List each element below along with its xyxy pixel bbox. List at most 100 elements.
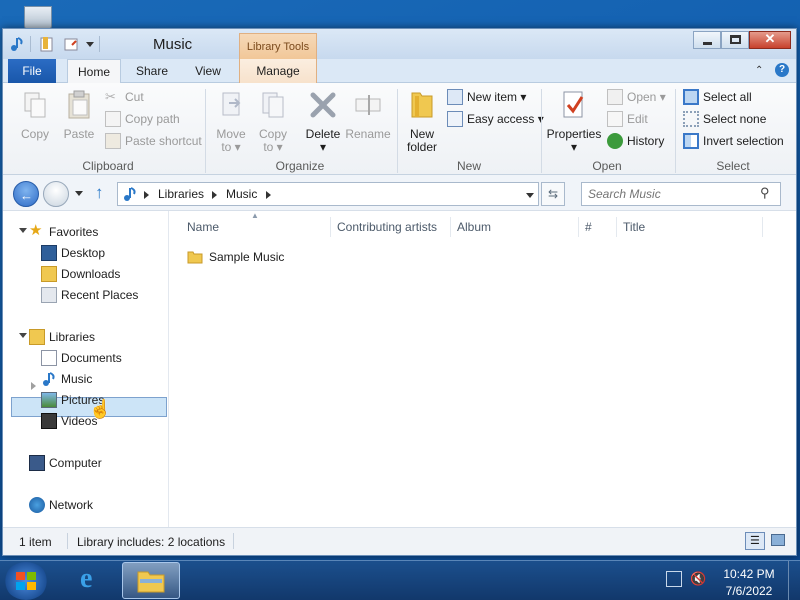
- new-item-icon: [447, 89, 463, 105]
- back-arrow-icon: ←: [20, 188, 33, 203]
- nav-music[interactable]: Music: [41, 369, 92, 389]
- ribbon: Copy Paste ✂ Cut Copy path Paste shortcut…: [3, 83, 796, 175]
- hand-cursor-icon: ☝: [89, 399, 112, 419]
- up-button[interactable]: ↑: [95, 183, 104, 203]
- nav-computer[interactable]: Computer: [29, 453, 102, 473]
- pictures-icon: [41, 392, 57, 408]
- open-button[interactable]: Open ▾: [607, 89, 666, 105]
- explorer-window: Music Library Tools ✕ File Home Share Vi…: [2, 28, 797, 556]
- tab-home[interactable]: Home: [67, 59, 121, 84]
- expand-documents-icon[interactable]: [31, 382, 36, 390]
- tab-view[interactable]: View: [183, 59, 233, 83]
- expand-libraries-icon[interactable]: [19, 333, 27, 338]
- minimize-button[interactable]: [693, 31, 721, 49]
- copy-to-button[interactable]: Copy to ▾: [253, 89, 293, 154]
- edit-icon: [607, 111, 623, 127]
- recent-places-icon: [41, 287, 57, 303]
- breadcrumb-music[interactable]: Music: [226, 187, 257, 201]
- properties-button[interactable]: Properties ▾: [545, 89, 603, 154]
- recycle-bin-icon[interactable]: [18, 0, 60, 30]
- breadcrumb-separator-icon[interactable]: [144, 191, 149, 199]
- videos-icon: [41, 413, 57, 429]
- rename-button[interactable]: Rename: [345, 89, 391, 141]
- taskbar-file-explorer[interactable]: [122, 562, 180, 599]
- group-label-open: Open: [592, 159, 622, 173]
- action-center-icon[interactable]: [666, 571, 682, 587]
- computer-icon: [29, 455, 45, 471]
- select-none-button[interactable]: Select none: [683, 111, 766, 127]
- file-list: ▲ Name Contributing artists Album # Titl…: [169, 211, 796, 527]
- nav-downloads[interactable]: Downloads: [41, 264, 120, 284]
- list-item[interactable]: Sample Music: [187, 247, 284, 267]
- search-box[interactable]: ⚲: [581, 182, 781, 206]
- column-header-album[interactable]: Album: [451, 217, 579, 237]
- expand-favorites-icon[interactable]: [19, 228, 27, 233]
- cut-button[interactable]: ✂ Cut: [105, 89, 144, 105]
- delete-button[interactable]: Delete ▾: [301, 89, 345, 154]
- nav-recent-places[interactable]: Recent Places: [41, 285, 138, 305]
- address-bar[interactable]: Libraries Music: [117, 182, 539, 206]
- network-icon: [29, 497, 45, 513]
- scissors-icon: ✂: [105, 89, 116, 104]
- group-label-new: New: [456, 159, 481, 173]
- breadcrumb-separator-icon[interactable]: [212, 191, 217, 199]
- show-desktop-button[interactable]: [788, 561, 800, 600]
- close-icon: ✕: [764, 31, 776, 46]
- large-icons-view-button[interactable]: [769, 532, 787, 550]
- minimize-ribbon-icon[interactable]: ⌃: [755, 65, 763, 76]
- paste-shortcut-button[interactable]: Paste shortcut: [105, 133, 202, 149]
- clock-time[interactable]: 10:42 PM: [718, 567, 780, 581]
- invert-selection-button[interactable]: Invert selection: [683, 133, 784, 149]
- details-view-button[interactable]: ☰: [745, 532, 765, 550]
- copy-path-button[interactable]: Copy path: [105, 111, 180, 127]
- search-input[interactable]: [582, 183, 752, 205]
- paste-button[interactable]: Paste: [57, 89, 101, 141]
- nav-documents[interactable]: Documents: [41, 348, 122, 368]
- music-note-icon: [11, 37, 23, 51]
- help-icon[interactable]: ?: [775, 63, 789, 77]
- nav-desktop[interactable]: Desktop: [41, 243, 105, 263]
- music-library-icon: [124, 187, 136, 201]
- window-title: Music: [153, 36, 193, 53]
- start-button[interactable]: [4, 562, 48, 600]
- address-dropdown-icon[interactable]: [526, 193, 534, 198]
- taskbar-internet-explorer[interactable]: e: [70, 563, 116, 599]
- history-button[interactable]: History: [607, 133, 664, 149]
- column-header-number[interactable]: #: [579, 217, 617, 237]
- search-icon[interactable]: ⚲: [760, 185, 770, 201]
- new-item-button[interactable]: New item ▾: [447, 89, 526, 105]
- volume-muted-icon[interactable]: 🔇: [690, 571, 706, 587]
- tab-file[interactable]: File: [8, 59, 56, 83]
- new-folder-qat-icon[interactable]: [63, 36, 79, 52]
- back-button[interactable]: ←: [13, 181, 39, 207]
- column-header-artists[interactable]: Contributing artists: [331, 217, 451, 237]
- column-header-title[interactable]: Title: [617, 217, 763, 237]
- move-to-button[interactable]: Move to ▾: [211, 89, 251, 154]
- new-folder-button[interactable]: New folder: [403, 89, 441, 154]
- nav-favorites[interactable]: ★ Favorites: [29, 222, 98, 242]
- copy-button[interactable]: Copy: [11, 89, 59, 141]
- properties-qat-icon[interactable]: [39, 36, 55, 52]
- edit-button[interactable]: Edit: [607, 111, 648, 127]
- refresh-button[interactable]: ⇆: [541, 182, 565, 206]
- nav-libraries[interactable]: Libraries: [29, 327, 95, 347]
- qat-dropdown-icon[interactable]: [86, 42, 94, 47]
- select-all-button[interactable]: Select all: [683, 89, 752, 105]
- close-button[interactable]: ✕: [749, 31, 791, 49]
- easy-access-button[interactable]: Easy access ▾: [447, 111, 544, 127]
- clock-date[interactable]: 7/6/2022: [718, 584, 780, 598]
- breadcrumb-separator-icon[interactable]: [266, 191, 271, 199]
- select-none-icon: [683, 111, 699, 127]
- column-header-name[interactable]: Name: [181, 217, 331, 237]
- title-bar[interactable]: Music Library Tools ✕: [3, 29, 796, 59]
- tab-share[interactable]: Share: [126, 59, 178, 83]
- large-icons-view-icon: [771, 534, 785, 546]
- maximize-button[interactable]: [721, 31, 749, 49]
- recent-locations-dropdown-icon[interactable]: [75, 191, 83, 196]
- tab-manage[interactable]: Manage: [239, 59, 317, 83]
- internet-explorer-icon: e: [80, 563, 93, 594]
- taskbar: e 🔇 10:42 PM 7/6/2022: [0, 560, 800, 600]
- forward-button[interactable]: [43, 181, 69, 207]
- breadcrumb-libraries[interactable]: Libraries: [158, 187, 204, 201]
- nav-network[interactable]: Network: [29, 495, 93, 515]
